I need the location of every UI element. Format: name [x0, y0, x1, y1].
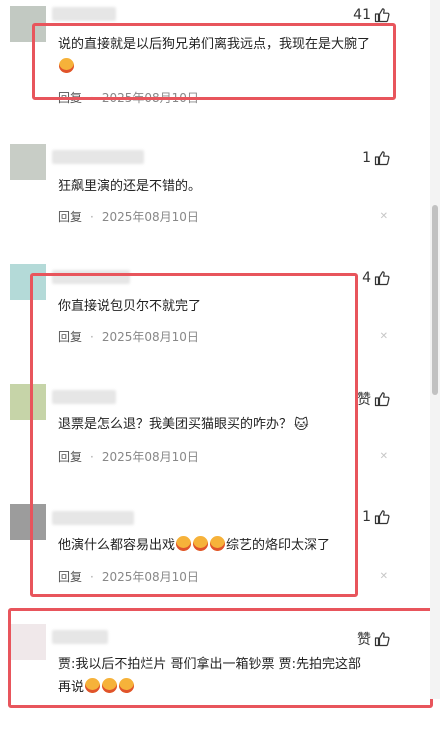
close-icon[interactable]: ✕: [380, 331, 388, 342]
reply-link[interactable]: 回复: [58, 208, 82, 225]
like-count: 41: [353, 7, 371, 23]
like-count: 1: [362, 150, 371, 166]
like-count: 1: [362, 509, 371, 525]
like-count: 4: [362, 270, 371, 286]
thumbs-up-icon[interactable]: [374, 391, 390, 407]
meta-separator: ·: [90, 209, 94, 224]
like-label: 赞: [357, 392, 371, 408]
comment-meta: 回复 · 2025年08月10日: [58, 208, 199, 225]
username-blurred[interactable]: [52, 7, 116, 21]
thumbs-up-icon[interactable]: [374, 150, 390, 166]
like-button[interactable]: 41: [353, 7, 390, 23]
scrollbar-track[interactable]: [430, 0, 440, 699]
close-icon[interactable]: ✕: [380, 451, 388, 462]
like-button[interactable]: 1: [362, 150, 390, 166]
comment-text: 狂飙里演的还是不错的。: [58, 175, 370, 198]
highlight-box: [8, 608, 433, 708]
scrollbar-thumb[interactable]: [432, 205, 438, 395]
like-button[interactable]: 赞: [357, 389, 390, 409]
close-icon[interactable]: ✕: [380, 571, 388, 582]
highlight-box: [30, 273, 358, 597]
like-button[interactable]: 4: [362, 270, 390, 286]
highlight-box: [32, 23, 396, 100]
like-button[interactable]: 1: [362, 509, 390, 525]
comment-date: 2025年08月10日: [101, 210, 199, 224]
comment-body: 狂飙里演的还是不错的。: [58, 179, 202, 194]
thumbs-up-icon[interactable]: [374, 270, 390, 286]
close-icon[interactable]: ✕: [380, 211, 388, 222]
comment-item: 1 狂飙里演的还是不错的。 回复 · 2025年08月10日 ✕: [0, 138, 430, 258]
thumbs-up-icon[interactable]: [374, 7, 390, 23]
avatar[interactable]: [10, 144, 46, 180]
username-blurred[interactable]: [52, 150, 144, 164]
thumbs-up-icon[interactable]: [374, 509, 390, 525]
